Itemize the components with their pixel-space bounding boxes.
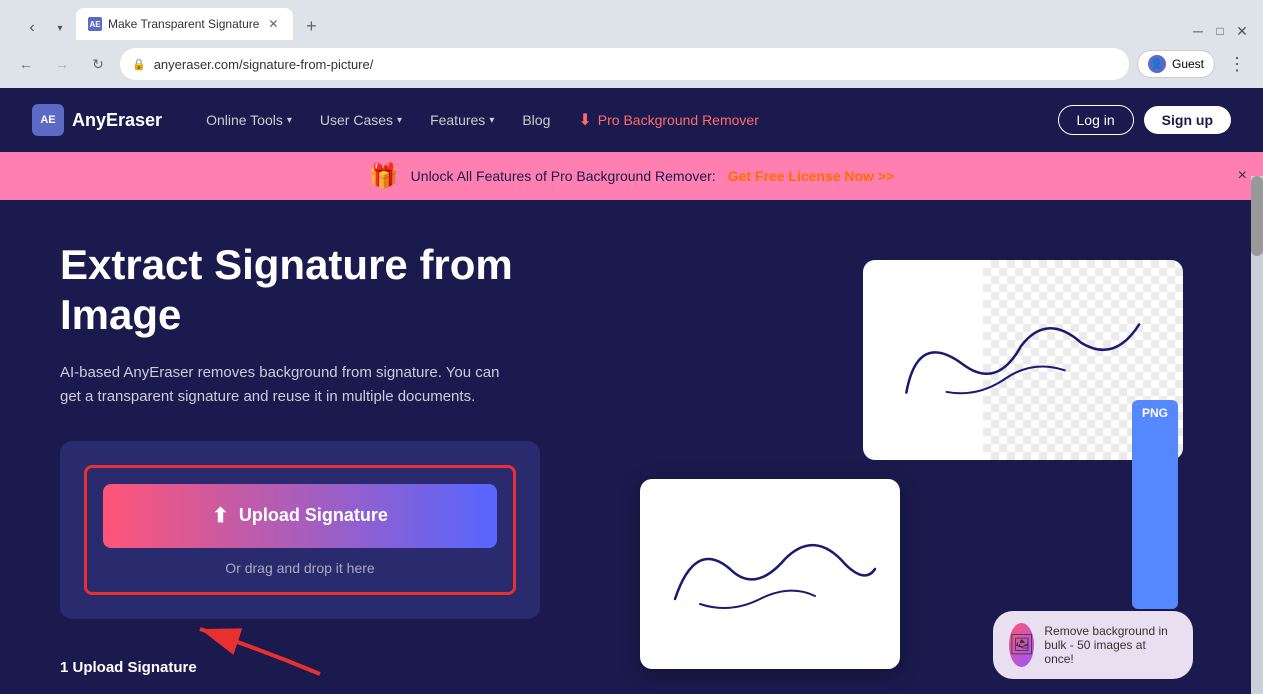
hero-title: Extract Signature from Image (60, 240, 620, 341)
profile-label: Guest (1172, 57, 1204, 71)
hero-left: Extract Signature from Image AI-based An… (60, 240, 620, 689)
forward-button[interactable]: → (48, 50, 76, 78)
browser-chrome: ‹ ▾ AE Make Transparent Signature ✕ + ─ … (0, 0, 1263, 88)
profile-button[interactable]: 👤 Guest (1137, 50, 1215, 78)
gift-icon: 🎁 (369, 162, 399, 191)
upload-box: ⬆ Upload Signature Or drag and drop it h… (60, 441, 540, 619)
nav-blog[interactable]: Blog (510, 104, 562, 136)
nav-online-tools[interactable]: Online Tools ▾ (194, 104, 304, 136)
url-lock-icon: 🔒 (132, 58, 146, 71)
nav-user-cases[interactable]: User Cases ▾ (308, 104, 414, 136)
website-content: AE AnyEraser Online Tools ▾ User Cases ▾… (0, 88, 1263, 694)
nav-pro-remover[interactable]: ⬇ Pro Background Remover (566, 102, 770, 138)
upload-icon: ⬆ (212, 503, 229, 528)
tab-bar: ‹ ▾ AE Make Transparent Signature ✕ + ─ … (20, 4, 1251, 40)
tab-history-back[interactable]: ‹ (20, 16, 44, 40)
browser-titlebar: ‹ ▾ AE Make Transparent Signature ✕ + ─ … (0, 0, 1263, 40)
login-button[interactable]: Log in (1058, 105, 1134, 135)
hero-right: PNG 🖼 Remove background in bulk - 50 ima… (620, 240, 1203, 689)
browser-window: ‹ ▾ AE Make Transparent Signature ✕ + ─ … (0, 0, 1263, 694)
bulk-text: Remove background in bulk - 50 images at… (1044, 624, 1177, 666)
url-text: anyeraser.com/signature-from-picture/ (154, 57, 374, 72)
site-logo[interactable]: AE AnyEraser (32, 104, 162, 136)
pro-remover-icon: ⬇ (578, 110, 591, 130)
signature-svg-front (660, 514, 880, 634)
tab-title: Make Transparent Signature (108, 17, 259, 31)
signature-card-original (640, 479, 900, 669)
nav-features[interactable]: Features ▾ (418, 104, 506, 136)
banner-cta[interactable]: Get Free License Now >> (728, 168, 895, 184)
logo-icon: AE (32, 104, 64, 136)
promo-banner: 🎁 Unlock All Features of Pro Background … (0, 152, 1263, 200)
upload-box-inner: ⬆ Upload Signature Or drag and drop it h… (84, 465, 516, 595)
url-bar[interactable]: 🔒 anyeraser.com/signature-from-picture/ (120, 48, 1129, 80)
upload-signature-button[interactable]: ⬆ Upload Signature (103, 484, 497, 548)
upload-btn-label: Upload Signature (239, 505, 388, 526)
browser-toolbar: ← → ↻ 🔒 anyeraser.com/signature-from-pic… (0, 40, 1263, 88)
user-cases-chevron: ▾ (397, 115, 402, 126)
online-tools-chevron: ▾ (287, 115, 292, 126)
hero-description: AI-based AnyEraser removes background fr… (60, 361, 520, 409)
profile-avatar: 👤 (1148, 55, 1166, 73)
more-options-button[interactable]: ⋮ (1223, 50, 1251, 78)
back-button[interactable]: ← (12, 50, 40, 78)
active-tab[interactable]: AE Make Transparent Signature ✕ (76, 8, 293, 40)
signup-button[interactable]: Sign up (1144, 106, 1231, 134)
tab-list-btn[interactable]: ▾ (48, 16, 72, 40)
tab-favicon: AE (88, 17, 102, 31)
step-label: 1 Upload Signature (60, 659, 197, 676)
png-badge: PNG (1132, 400, 1178, 609)
red-arrow (180, 619, 340, 679)
tab-close-button[interactable]: ✕ (265, 16, 281, 32)
nav-auth: Log in Sign up (1058, 105, 1231, 135)
scrollbar[interactable] (1251, 176, 1263, 694)
minimize-button[interactable]: ─ (1189, 22, 1207, 40)
nav-links: Online Tools ▾ User Cases ▾ Features ▾ B… (194, 102, 1057, 138)
scrollbar-thumb[interactable] (1251, 176, 1263, 256)
maximize-button[interactable]: □ (1211, 22, 1229, 40)
logo-text: AnyEraser (72, 110, 162, 131)
close-window-button[interactable]: ✕ (1233, 22, 1251, 40)
banner-close-button[interactable]: × (1238, 167, 1247, 185)
reload-button[interactable]: ↻ (84, 50, 112, 78)
features-chevron: ▾ (489, 115, 494, 126)
site-nav: AE AnyEraser Online Tools ▾ User Cases ▾… (0, 88, 1263, 152)
bulk-icon: 🖼 (1009, 623, 1034, 667)
banner-text: Unlock All Features of Pro Background Re… (411, 168, 716, 184)
drag-drop-text: Or drag and drop it here (103, 560, 497, 576)
new-tab-button[interactable]: + (297, 12, 325, 40)
hero-section: Extract Signature from Image AI-based An… (0, 200, 1263, 694)
bulk-removal-widget[interactable]: 🖼 Remove background in bulk - 50 images … (993, 611, 1193, 679)
